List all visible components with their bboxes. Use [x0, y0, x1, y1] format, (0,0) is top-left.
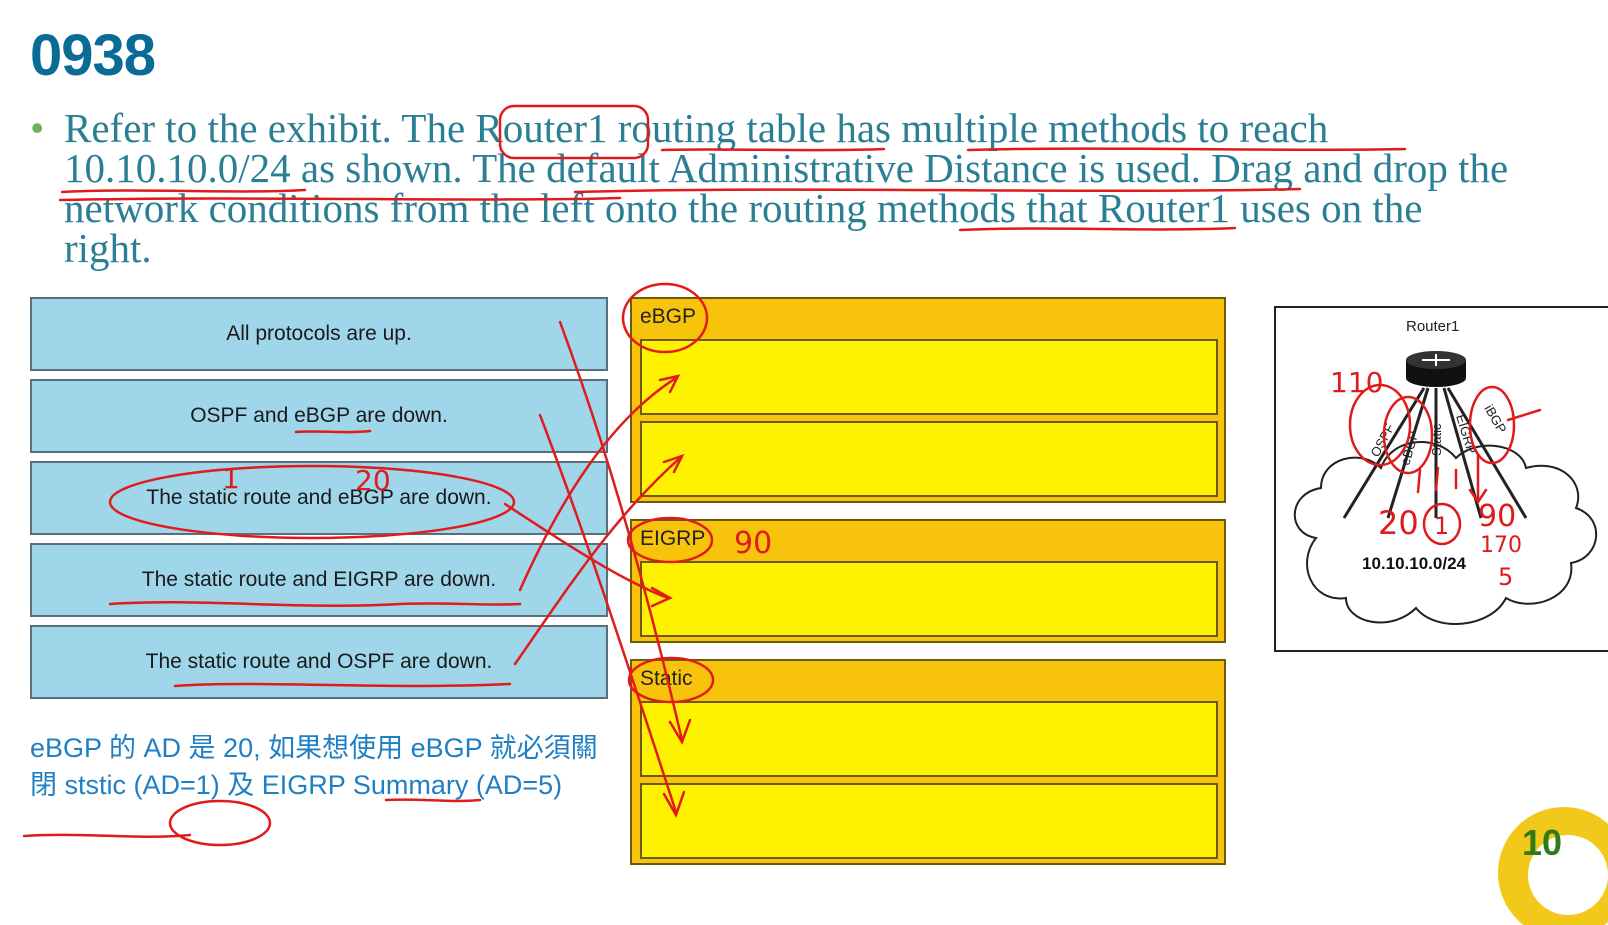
underline-summary-note: [22, 833, 192, 838]
target-group-static: Static: [630, 659, 1226, 865]
drop-slot-ebgp-1[interactable]: [640, 339, 1218, 415]
note-text: eBGP 的 AD 是 20, 如果想使用 eBGP 就必須關閉 ststic …: [30, 733, 598, 800]
drop-slot-ebgp-2[interactable]: [640, 421, 1218, 497]
target-label-eigrp: EIGRP: [640, 527, 706, 550]
drop-slot-static-2[interactable]: [640, 783, 1218, 859]
static-link-label: Static: [1429, 423, 1444, 456]
slide-title: 0938: [30, 23, 156, 88]
page-number: 10: [1522, 822, 1563, 863]
drop-slot-eigrp-1[interactable]: [640, 561, 1218, 637]
condition-ospf-ebgp-down[interactable]: OSPF and eBGP are down.: [30, 379, 608, 453]
ibgp-link-label: iBGP: [1481, 402, 1509, 436]
target-label-ebgp: eBGP: [640, 305, 697, 328]
network-exhibit: Router1 OSPF eBGP Static EIGRP iBGP 10.1…: [1274, 306, 1608, 652]
target-group-ebgp: eBGP: [630, 297, 1226, 503]
network-cloud: [1293, 441, 1598, 625]
network-label: 10.10.10.0/24: [1362, 554, 1466, 573]
drop-slot-static-1[interactable]: [640, 701, 1218, 777]
question-text: Refer to the exhibit. The Router1 routin…: [64, 105, 1509, 271]
condition-static-ebgp-down[interactable]: The static route and eBGP are down.: [30, 461, 608, 535]
router-icon: [1406, 351, 1466, 387]
exhibit-diagram: OSPF eBGP Static EIGRP iBGP: [1293, 351, 1598, 625]
target-label-static: Static: [640, 667, 693, 690]
condition-all-protocols-up[interactable]: All protocols are up.: [30, 297, 608, 371]
bullet-icon: •: [30, 105, 45, 151]
condition-static-eigrp-down[interactable]: The static route and EIGRP are down.: [30, 543, 608, 617]
circle-ad5: [168, 799, 272, 847]
target-group-eigrp: EIGRP: [630, 519, 1226, 643]
condition-static-ospf-down[interactable]: The static route and OSPF are down.: [30, 625, 608, 699]
